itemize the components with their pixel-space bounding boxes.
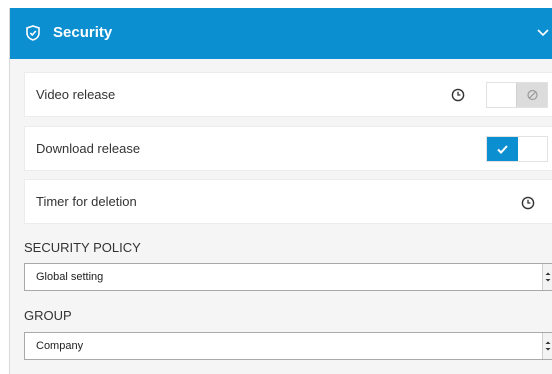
timer-for-deletion-row: Timer for deletion (24, 179, 552, 224)
security-panel: Security Video release Download release (9, 8, 552, 374)
security-policy-select[interactable]: Global setting (24, 263, 552, 291)
video-release-label: Video release (36, 87, 116, 102)
toggle-off-knob (516, 83, 547, 107)
download-release-label: Download release (36, 141, 141, 156)
dropdown-arrow-icon[interactable] (542, 333, 552, 359)
security-policy-label: SECURITY POLICY (24, 240, 141, 255)
disabled-icon (527, 89, 538, 101)
video-release-row: Video release (24, 72, 552, 117)
video-release-toggle[interactable] (486, 82, 548, 108)
clock-icon[interactable] (521, 196, 535, 210)
security-header[interactable]: Security (10, 8, 552, 59)
group-value: Company (36, 340, 84, 352)
timer-for-deletion-label: Timer for deletion (36, 194, 137, 209)
checkmark-icon (497, 145, 508, 154)
shield-icon (26, 25, 40, 41)
download-release-row: Download release (24, 126, 552, 171)
header-title: Security (53, 24, 113, 41)
group-label: GROUP (24, 308, 72, 323)
toggle-on-knob (487, 137, 518, 161)
clock-icon[interactable] (451, 88, 465, 102)
dropdown-arrow-icon[interactable] (542, 264, 552, 290)
security-policy-value: Global setting (36, 271, 104, 283)
download-release-toggle[interactable] (486, 136, 548, 162)
group-select[interactable]: Company (24, 332, 552, 360)
chevron-down-icon[interactable] (537, 28, 549, 38)
